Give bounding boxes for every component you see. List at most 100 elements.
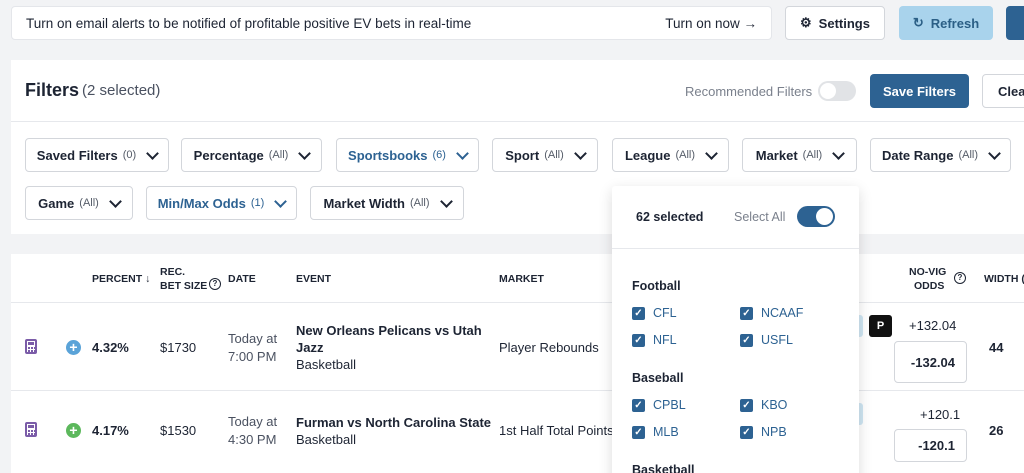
dropdown-count: (1)	[250, 197, 265, 209]
row-date-1: Today at	[228, 414, 278, 429]
calculator-icon[interactable]	[25, 339, 37, 354]
row-event-1: New Orleans Pelicans vs Utah	[296, 323, 482, 338]
row-width: 44	[989, 340, 1004, 355]
dropdown-label: Sportsbooks	[348, 147, 428, 163]
chevron-down-icon	[274, 194, 288, 208]
chevron-down-icon	[298, 146, 312, 160]
chevron-down-icon	[146, 146, 160, 160]
dropdown-count: (0)	[122, 149, 137, 161]
recommended-filters-toggle[interactable]	[818, 81, 856, 101]
refresh-label: Refresh	[930, 15, 980, 31]
dropdown-sport[interactable]: Sport (All)	[492, 138, 598, 172]
group-baseball: Baseball	[632, 371, 684, 385]
row-sport: Basketball	[296, 357, 356, 372]
row-date-2: 4:30 PM	[228, 432, 277, 447]
checkbox-npb[interactable]: ✓ NPB	[740, 425, 787, 439]
header-width: WIDTH (	[984, 273, 1024, 285]
chevron-down-icon	[439, 194, 453, 208]
dropdown-label: Percentage	[193, 147, 264, 163]
checkbox-usfl[interactable]: ✓ USFL	[740, 333, 793, 347]
dropdown-label: Date Range	[881, 147, 954, 163]
dropdown-market[interactable]: Market (All)	[742, 138, 857, 172]
dropdown-sportsbooks[interactable]: Sportsbooks (6)	[336, 138, 479, 172]
dropdown-market-width[interactable]: Market Width (All)	[310, 186, 464, 220]
row-width: 26	[989, 423, 1004, 438]
info-icon[interactable]: ?	[209, 278, 221, 291]
checkmark-icon: ✓	[740, 333, 753, 347]
dropdown-game[interactable]: Game (All)	[25, 186, 133, 220]
header-divider	[11, 302, 1024, 303]
dropdown-count: (All)	[544, 149, 564, 161]
recommended-filters-label: Recommended Filters	[685, 84, 813, 99]
checkbox-label: MLB	[653, 425, 679, 439]
dropdown-league[interactable]: League (All)	[612, 138, 729, 172]
header-rec-2: BET SIZE	[160, 280, 208, 292]
header-event: EVENT	[296, 273, 332, 285]
calculator-icon[interactable]	[25, 422, 37, 437]
checkmark-icon: ✓	[740, 398, 753, 412]
info-icon[interactable]: ?	[954, 272, 966, 285]
dropdown-saved-filters[interactable]: Saved Filters (0)	[25, 138, 169, 172]
add-bet-icon[interactable]: +	[66, 423, 81, 438]
chevron-down-icon	[705, 146, 718, 160]
row-percent: 4.17%	[92, 423, 129, 438]
checkbox-cpbl[interactable]: ✓ CPBL	[632, 398, 686, 412]
dropdown-count: (All)	[268, 149, 289, 161]
header-novig-2: ODDS	[914, 280, 945, 292]
checkbox-cfl[interactable]: ✓ CFL	[632, 306, 677, 320]
email-alert-banner: Turn on email alerts to be notified of p…	[11, 6, 772, 40]
refresh-button[interactable]: ↻ Refresh	[899, 6, 993, 40]
dropdown-count: (All)	[802, 149, 823, 161]
chevron-down-icon	[832, 146, 846, 160]
group-football: Football	[632, 279, 681, 293]
dropdown-min-max-odds[interactable]: Min/Max Odds (1)	[146, 186, 297, 220]
select-all-label: Select All	[734, 210, 786, 224]
header-rec-1: REC.	[160, 266, 186, 278]
bets-table: PERCENT ↓ REC. BET SIZE ? DATE EVENT MAR…	[11, 254, 1024, 473]
row-bet-size: $1530	[160, 423, 197, 438]
checkbox-mlb[interactable]: ✓ MLB	[632, 425, 679, 439]
select-all-toggle[interactable]	[797, 206, 835, 227]
chevron-down-icon	[456, 146, 469, 160]
dropdown-date-range[interactable]: Date Range (All)	[870, 138, 1011, 172]
row-odds-top: +120.1	[920, 407, 961, 422]
checkbox-kbo[interactable]: ✓ KBO	[740, 398, 787, 412]
row-bet-size: $1730	[160, 340, 197, 355]
dropdown-label: Min/Max Odds	[157, 195, 246, 211]
dropdown-label: Market	[755, 147, 798, 163]
filters-title: Filters	[25, 80, 80, 100]
save-filters-button[interactable]: Save Filters	[870, 74, 969, 108]
checkbox-nfl[interactable]: ✓ NFL	[632, 333, 677, 347]
header-percent[interactable]: PERCENT ↓	[92, 273, 150, 285]
checkbox-label: CFL	[653, 306, 677, 320]
chevron-down-icon	[988, 146, 1001, 160]
chevron-down-icon	[108, 194, 122, 208]
checkmark-icon: ✓	[632, 306, 645, 320]
row-date-1: Today at	[228, 331, 278, 346]
dropdown-percentage[interactable]: Percentage (All)	[181, 138, 322, 172]
row-event-2: Jazz	[296, 340, 324, 355]
checkmark-icon: ✓	[632, 398, 645, 412]
league-selected-count: 62 selected	[636, 210, 704, 224]
dropdown-label: Sport	[505, 147, 540, 163]
gear-icon: ⚙	[800, 15, 812, 30]
settings-button[interactable]: ⚙ Settings	[785, 6, 885, 40]
row-market: 1st Half Total Points	[499, 423, 614, 438]
checkbox-label: NFL	[653, 333, 677, 347]
turn-on-alerts-link[interactable]: Turn on now →	[665, 16, 757, 31]
odds-box[interactable]: -132.04	[894, 341, 967, 383]
dropdown-count: (All)	[958, 149, 979, 161]
odds-box[interactable]: -120.1	[894, 429, 967, 462]
dropdown-count: (6)	[432, 149, 446, 161]
checkmark-icon: ✓	[632, 425, 645, 439]
clear-filters-button[interactable]: Clea	[982, 74, 1024, 108]
header-date: DATE	[228, 273, 256, 285]
add-bet-icon[interactable]: +	[66, 340, 81, 355]
sportsbook-icon: P	[869, 315, 892, 337]
row-odds-top: +132.04	[909, 318, 957, 333]
filters-selected-count: (2 selected)	[82, 82, 161, 99]
settings-label: Settings	[818, 15, 870, 31]
extra-toolbar-button[interactable]	[1006, 6, 1024, 40]
checkbox-ncaaf[interactable]: ✓ NCAAF	[740, 306, 803, 320]
checkbox-label: KBO	[761, 398, 788, 412]
